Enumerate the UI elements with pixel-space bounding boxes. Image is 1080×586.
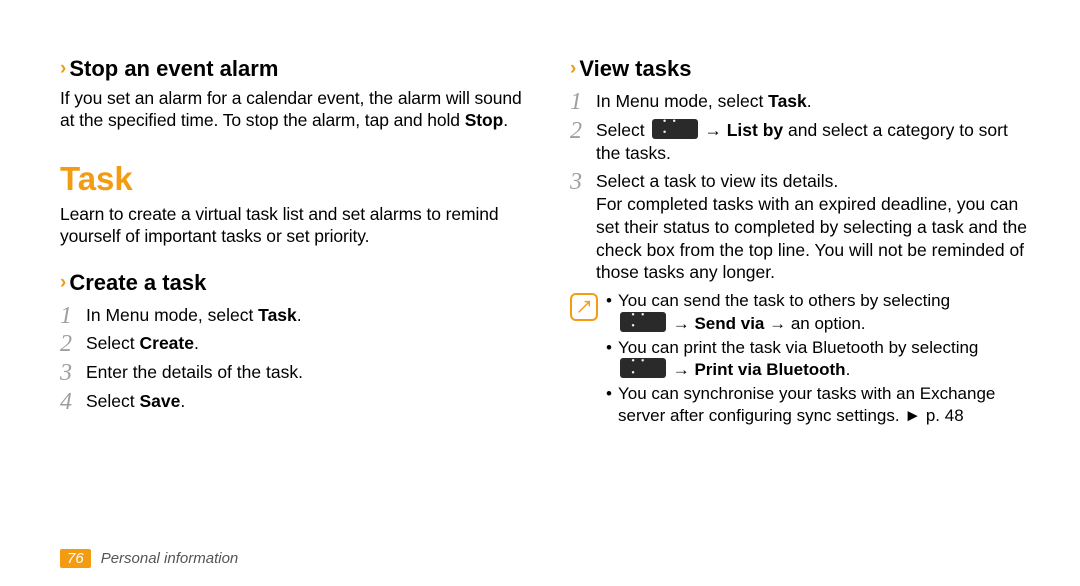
step-number: 4 [60,390,86,414]
step-text: Select → List by and select a category t… [596,119,1032,165]
heading-stop-alarm: › Stop an event alarm [60,56,522,82]
list-item: 3 Select a task to view its details. For… [570,168,1032,284]
step-text: In Menu mode, select Task. [596,90,812,113]
list-item: 2 Select → List by and select a category… [570,117,1032,165]
note-icon [570,293,598,321]
chevron-icon: › [570,58,576,80]
more-menu-icon [620,312,666,332]
step-number: 2 [60,332,86,356]
heading-task: Task [60,160,522,198]
list-item: You can print the task via Bluetooth by … [606,337,1032,382]
list-item: You can synchronise your tasks with an E… [606,383,1032,427]
left-column: › Stop an event alarm If you set an alar… [60,56,546,574]
step-text: In Menu mode, select Task. [86,304,302,327]
chevron-icon: › [60,272,66,294]
list-item: 4 Select Save. [60,388,522,413]
create-task-steps: 1 In Menu mode, select Task. 2 Select Cr… [60,302,522,413]
step-number: 2 [570,119,596,143]
page-number-badge: 76 [60,549,91,568]
page-footer: 76 Personal information [60,549,238,568]
step-text: Select a task to view its details. For c… [596,170,1032,284]
heading-text: Create a task [69,270,206,296]
task-intro: Learn to create a virtual task list and … [60,204,522,248]
step-text: Select Save. [86,390,185,413]
manual-page: › Stop an event alarm If you set an alar… [0,0,1080,586]
step-number: 1 [60,304,86,328]
step-number: 3 [60,361,86,385]
heading-text: Stop an event alarm [69,56,278,82]
step-text: Enter the details of the task. [86,361,303,384]
note-bullets: You can send the task to others by selec… [606,290,1032,429]
more-menu-icon [620,358,666,378]
list-item: You can send the task to others by selec… [606,290,1032,335]
stop-alarm-body: If you set an alarm for a calendar event… [60,88,522,132]
note-box: You can send the task to others by selec… [570,290,1032,429]
view-tasks-steps: 1 In Menu mode, select Task. 2 Select → … [570,88,1032,284]
step-number: 1 [570,90,596,114]
heading-view-tasks: › View tasks [570,56,1032,82]
chevron-icon: › [60,58,66,80]
list-item: 3 Enter the details of the task. [60,359,522,384]
list-item: 1 In Menu mode, select Task. [570,88,1032,113]
step-number: 3 [570,170,596,194]
list-item: 2 Select Create. [60,330,522,355]
step-text: Select Create. [86,332,199,355]
right-column: › View tasks 1 In Menu mode, select Task… [546,56,1032,574]
more-menu-icon [652,119,698,139]
section-label: Personal information [101,550,239,567]
heading-text: View tasks [579,56,691,82]
list-item: 1 In Menu mode, select Task. [60,302,522,327]
heading-create-task: › Create a task [60,270,522,296]
